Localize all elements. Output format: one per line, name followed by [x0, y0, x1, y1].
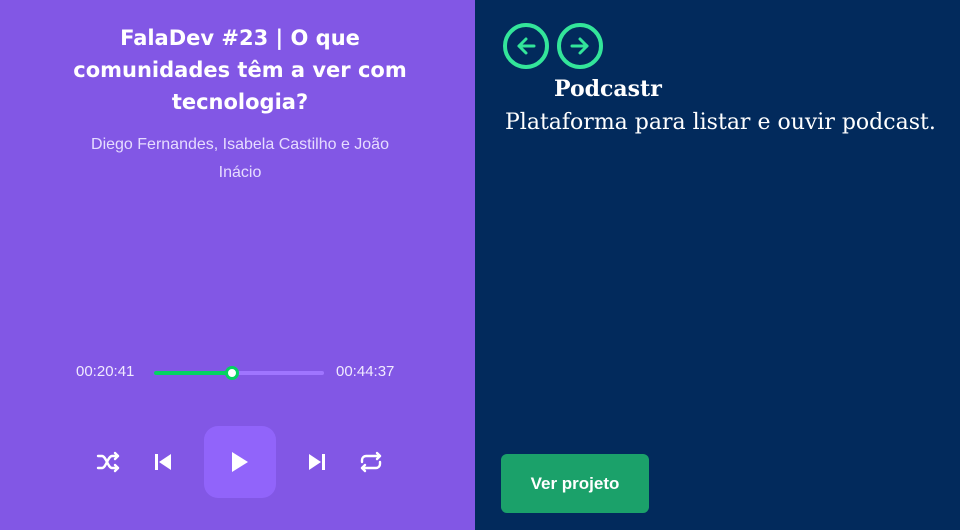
previous-project-button[interactable] — [503, 23, 549, 69]
total-time: 00:44:37 — [336, 363, 395, 380]
progress-fill — [154, 371, 233, 375]
progress-handle[interactable] — [225, 366, 240, 380]
next-button[interactable] — [304, 450, 330, 474]
view-project-button[interactable]: Ver projeto — [501, 454, 649, 513]
player-panel: FalaDev #23 | O que comunidades têm a ve… — [0, 0, 475, 530]
project-description: Plataforma para listar e ouvir podcast. — [505, 110, 936, 135]
play-icon — [232, 452, 248, 472]
episode-title: FalaDev #23 | O que comunidades têm a ve… — [73, 26, 407, 114]
project-title: Podcastr — [554, 76, 662, 102]
play-button[interactable] — [204, 426, 276, 498]
repeat-button[interactable] — [357, 450, 385, 474]
current-time: 00:20:41 — [76, 363, 135, 380]
previous-icon — [155, 454, 171, 470]
previous-button[interactable] — [150, 450, 176, 474]
arrow-left-icon — [517, 37, 536, 55]
next-icon — [309, 454, 325, 470]
shuffle-button[interactable] — [95, 450, 123, 474]
project-panel: Podcastr Plataforma para listar e ouvir … — [475, 0, 960, 530]
shuffle-icon — [96, 451, 120, 473]
next-project-button[interactable] — [557, 23, 603, 69]
repeat-icon — [360, 451, 382, 473]
episode-members: Diego Fernandes, Isabela Castilho e João… — [91, 136, 389, 181]
progress-slider[interactable] — [154, 366, 324, 380]
arrow-right-icon — [570, 37, 589, 55]
